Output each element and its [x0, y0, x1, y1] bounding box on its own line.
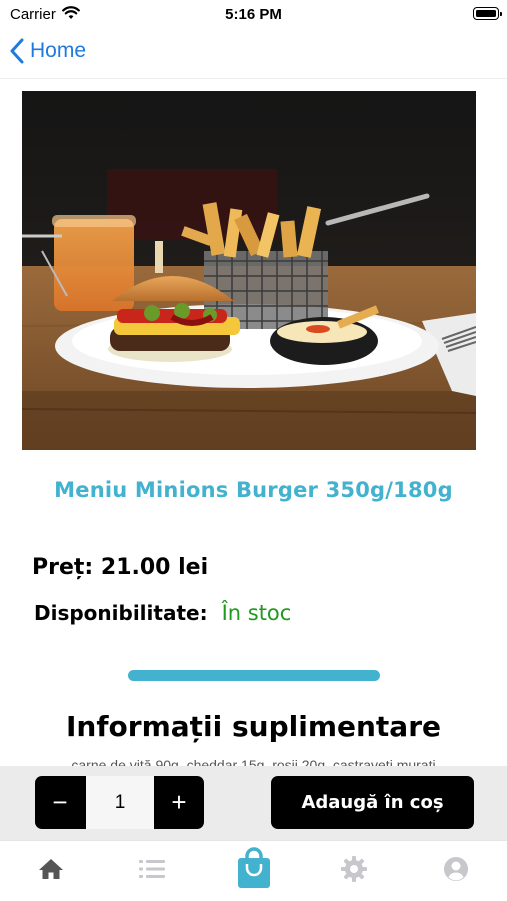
tab-categories[interactable]: [132, 851, 172, 891]
tab-settings[interactable]: [334, 851, 374, 891]
product-image: [22, 91, 476, 450]
price-row: Preț: 21.00 lei: [32, 555, 208, 580]
status-bar: Carrier 5:16 PM: [0, 0, 507, 30]
gear-icon: [341, 855, 367, 887]
tab-account[interactable]: [436, 851, 476, 891]
status-time: 5:16 PM: [225, 6, 282, 23]
home-icon: [38, 857, 64, 886]
quantity-stepper: − +: [35, 776, 204, 829]
decrease-quantity-button[interactable]: −: [35, 776, 85, 829]
chevron-left-icon: [10, 38, 24, 64]
availability-row: Disponibilitate: În stoc: [34, 601, 291, 625]
navigation-bar: Home: [0, 30, 507, 79]
back-button[interactable]: Home: [10, 38, 86, 64]
increase-quantity-button[interactable]: +: [154, 776, 204, 829]
availability-label: Disponibilitate:: [34, 601, 208, 625]
shopping-bag-icon: [236, 846, 272, 894]
battery-icon: [473, 7, 502, 20]
tab-home[interactable]: [31, 851, 71, 891]
price-label: Preț:: [32, 555, 94, 580]
section-divider: [128, 670, 380, 681]
tab-cart[interactable]: [233, 846, 275, 894]
add-to-cart-button[interactable]: Adaugă în coș: [271, 776, 474, 829]
user-icon: [443, 856, 469, 887]
list-icon: [139, 859, 165, 884]
price-value: 21.00 lei: [100, 555, 209, 580]
back-label: Home: [30, 39, 87, 62]
product-title: Meniu Minions Burger 350g/180g: [54, 478, 453, 502]
quantity-input[interactable]: [86, 776, 154, 829]
availability-value: În stoc: [221, 601, 292, 625]
cart-action-bar: − + Adaugă în coș: [0, 766, 507, 840]
tab-bar: [0, 840, 507, 901]
additional-info-title: Informații suplimentare: [66, 710, 441, 743]
